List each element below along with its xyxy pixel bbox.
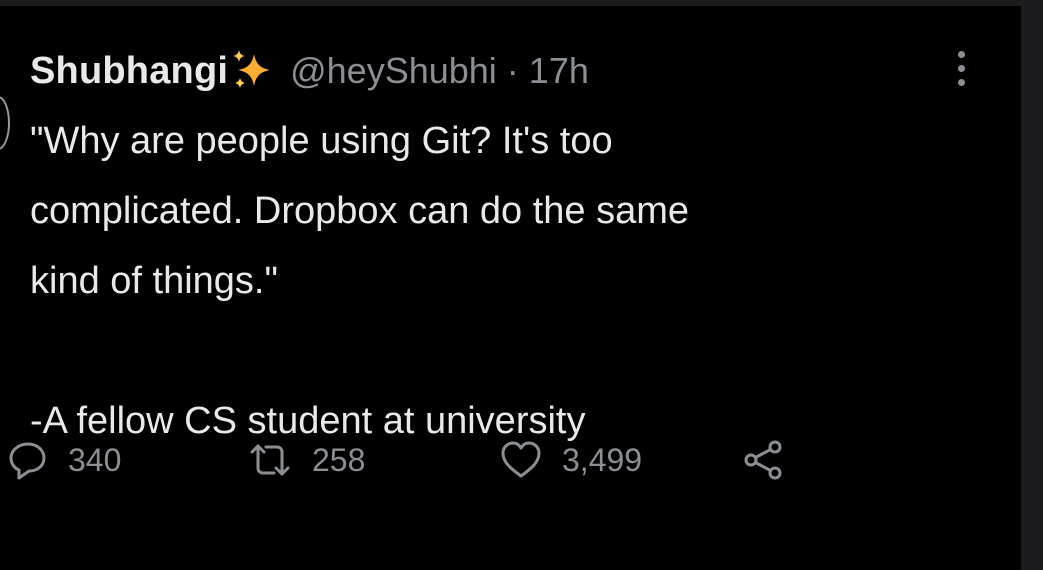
like-count: 3,499 — [562, 441, 643, 478]
retweet-button[interactable]: 258 — [246, 438, 365, 482]
paragraph-break — [30, 316, 990, 386]
more-icon-dot — [957, 64, 965, 72]
share-icon — [741, 438, 787, 482]
reply-button[interactable]: 340 — [6, 438, 121, 482]
avatar[interactable] — [0, 96, 10, 150]
tweet-text-line: complicated. Dropbox can do the same — [30, 190, 690, 232]
tweet-actions: 340 258 3,499 — [6, 438, 826, 482]
like-button[interactable]: 3,499 — [498, 438, 642, 482]
tweet-text-line: kind of things." — [30, 260, 278, 302]
retweet-icon — [246, 438, 294, 482]
share-button[interactable] — [741, 438, 787, 482]
top-border — [0, 0, 1043, 6]
more-icon-dot — [957, 78, 965, 86]
reply-icon — [6, 438, 50, 482]
sparkles-icon — [230, 48, 276, 94]
tweet-text-line: "Why are people using Git? It's too — [30, 120, 613, 162]
heart-icon — [498, 438, 544, 482]
header-separator: · — [506, 50, 519, 91]
more-options-button[interactable] — [950, 44, 972, 92]
more-icon-dot — [957, 50, 965, 58]
right-border — [1021, 0, 1043, 570]
tweet-timestamp[interactable]: 17h — [529, 50, 589, 92]
reply-count: 340 — [68, 441, 122, 478]
screenshot-frame: Shubhangi @heyShubhi · 17h "Why are peop… — [0, 0, 1043, 570]
author-name[interactable]: Shubhangi — [30, 50, 228, 93]
author-handle[interactable]: @heyShubhi — [290, 50, 497, 92]
tweet-text: "Why are people using Git? It's too comp… — [30, 106, 990, 456]
tweet-header: Shubhangi @heyShubhi · 17h — [30, 46, 589, 96]
retweet-count: 258 — [312, 441, 366, 478]
